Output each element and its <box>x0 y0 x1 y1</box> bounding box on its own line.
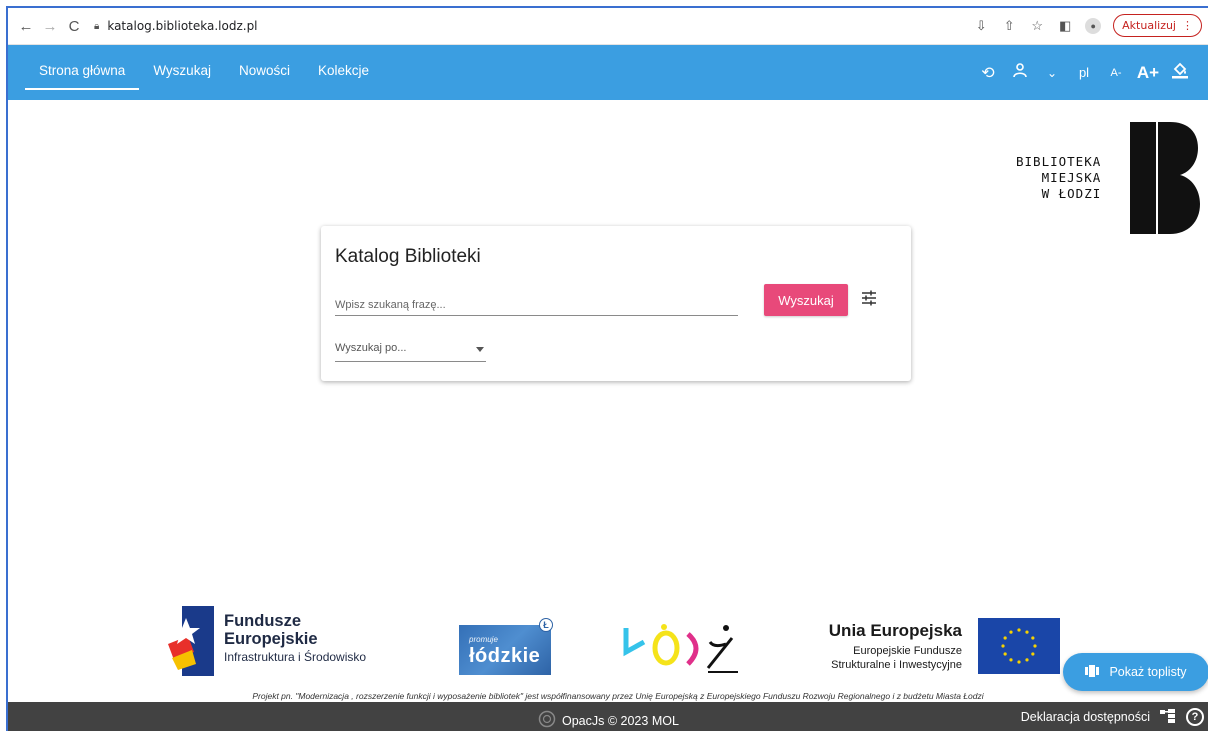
advanced-search-icon[interactable] <box>861 290 877 311</box>
promuje-lodzkie-logo: promuje łódzkie <box>459 625 551 675</box>
fundusze-europejskie-text: Fundusze Europejskie Infrastruktura i Śr… <box>224 612 366 664</box>
copyright-text: OpacJs © 2023 MOL <box>562 713 679 728</box>
toplist-icon <box>1085 664 1100 680</box>
eu-star <box>1017 660 1021 664</box>
app-bar: Strona główna Wyszukaj Nowości Kolekcje … <box>8 45 1208 100</box>
ue-line2: Europejskie Fundusze <box>853 645 962 657</box>
lodzkie-badge: Ł <box>539 618 553 632</box>
profile-icon[interactable]: ● <box>1085 17 1102 34</box>
eu-star <box>1025 630 1029 634</box>
menu-item-search[interactable]: Wyszukaj <box>139 59 225 88</box>
install-icon[interactable]: ⇩ <box>973 18 989 34</box>
eu-star <box>1031 652 1035 656</box>
url-text: katalog.biblioteka.lodz.pl <box>107 19 258 33</box>
sitemap-icon[interactable] <box>1160 708 1176 726</box>
ue-line3: Strukturalne i Inwestycyjne <box>831 659 962 671</box>
main-menu: Strona główna Wyszukaj Nowości Kolekcje <box>25 59 383 90</box>
font-decrease-button[interactable]: A- <box>1100 67 1132 79</box>
eu-star <box>1033 644 1037 648</box>
fundusze-europejskie-logo <box>168 606 214 681</box>
forward-icon[interactable]: → <box>38 14 62 38</box>
library-logo[interactable] <box>1130 122 1200 239</box>
menu-item-home[interactable]: Strona główna <box>25 59 140 90</box>
browser-toolbar: ← → C 🔒︎ katalog.biblioteka.lodz.pl ⇩ ⇧ … <box>8 8 1208 45</box>
eu-star <box>1009 658 1013 662</box>
project-note: Projekt pn. "Modernizacja , rozszerzenie… <box>252 691 984 701</box>
unia-europejska-text: Unia Europejska Europejskie Fundusze Str… <box>802 621 962 672</box>
fe-line1: Fundusze <box>224 612 301 630</box>
fe-line2: Europejskie <box>224 630 318 648</box>
address-bar[interactable]: 🔒︎ katalog.biblioteka.lodz.pl <box>94 19 258 33</box>
menu-item-news[interactable]: Nowości <box>225 59 304 88</box>
font-increase-button[interactable]: A+ <box>1132 63 1164 83</box>
language-selector[interactable]: pl <box>1068 65 1100 80</box>
star-icon[interactable]: ☆ <box>1029 18 1045 34</box>
ue-line1: Unia Europejska <box>828 621 962 640</box>
update-label: Aktualizuj <box>1122 19 1176 32</box>
lock-icon: 🔒︎ <box>94 20 100 32</box>
eu-star <box>1003 636 1007 640</box>
lodzkie-big-text: łódzkie <box>469 645 541 667</box>
lodz-city-logo <box>620 620 738 679</box>
search-button[interactable]: Wyszukaj <box>764 284 848 316</box>
eu-flag <box>978 618 1060 674</box>
share-icon[interactable]: ⇧ <box>1001 18 1017 34</box>
more-icon[interactable]: ⋮ <box>1182 19 1193 32</box>
history-icon[interactable]: ⟲ <box>972 63 1004 83</box>
card-title: Katalog Biblioteki <box>335 246 481 267</box>
fe-line3: Infrastruktura i Środowisko <box>224 650 367 664</box>
library-name-line2: MIEJSKA <box>1041 170 1102 185</box>
lodzkie-small-text: promuje <box>469 635 498 644</box>
user-icon[interactable] <box>1004 62 1036 83</box>
contrast-icon[interactable] <box>1164 61 1196 84</box>
search-card: Katalog Biblioteki Wyszukaj Wyszukaj po.… <box>321 226 911 381</box>
sidebar-icon[interactable]: ◧ <box>1057 18 1073 34</box>
eu-star <box>1031 636 1035 640</box>
eu-star <box>1003 652 1007 656</box>
search-by-placeholder: Wyszukaj po... <box>335 342 407 354</box>
library-name: BIBLIOTEKA MIEJSKA W ŁODZI <box>1016 154 1101 202</box>
search-by-select[interactable]: Wyszukaj po... <box>335 334 486 362</box>
browser-window: ← → C 🔒︎ katalog.biblioteka.lodz.pl ⇩ ⇧ … <box>6 6 1208 731</box>
dropdown-caret-icon <box>476 347 484 352</box>
menu-item-collections[interactable]: Kolekcje <box>304 59 383 88</box>
library-name-line3: W ŁODZI <box>1041 186 1102 201</box>
search-input[interactable] <box>335 286 738 316</box>
eu-star <box>1001 644 1005 648</box>
opacjs-logo-icon <box>538 710 556 731</box>
eu-star <box>1017 628 1021 632</box>
back-icon[interactable]: ← <box>14 14 38 38</box>
eu-star <box>1025 658 1029 662</box>
update-button[interactable]: Aktualizuj ⋮ <box>1113 14 1202 37</box>
help-icon[interactable]: ? <box>1186 708 1204 726</box>
chevron-down-icon[interactable]: ⌄ <box>1036 66 1068 80</box>
toplist-label: Pokaż toplisty <box>1109 665 1187 679</box>
footer: OpacJs © 2023 MOL Deklaracja dostępności… <box>8 702 1208 731</box>
eu-star <box>1009 630 1013 634</box>
reload-icon[interactable]: C <box>62 14 86 38</box>
toplist-button[interactable]: Pokaż toplisty <box>1063 653 1208 691</box>
library-name-line1: BIBLIOTEKA <box>1016 154 1102 169</box>
eu-stars-icon <box>1001 628 1037 664</box>
accessibility-link[interactable]: Deklaracja dostępności <box>1021 710 1150 724</box>
